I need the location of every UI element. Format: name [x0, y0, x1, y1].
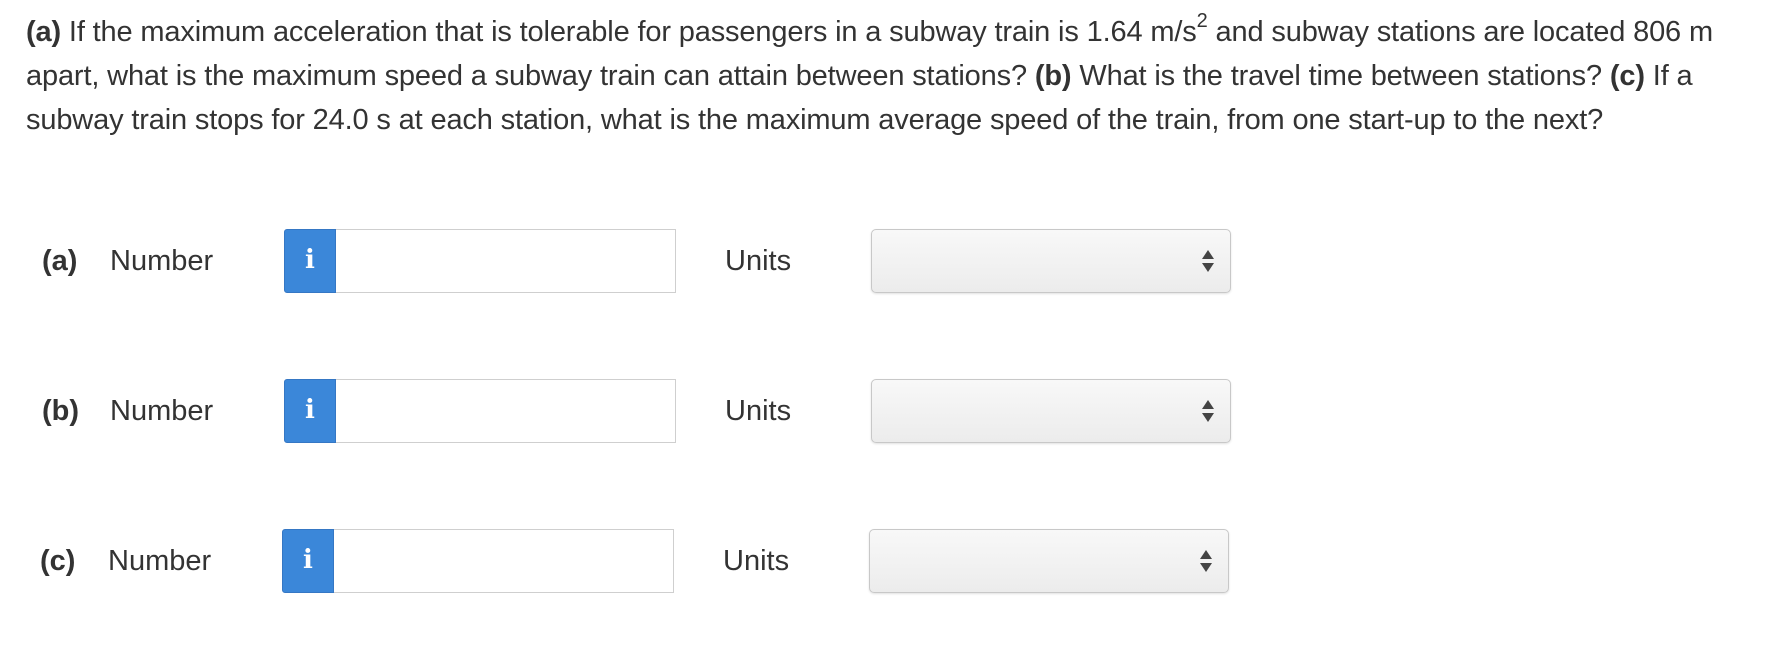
number-input-b[interactable]	[336, 379, 676, 443]
part-a-label: (a)	[26, 16, 61, 48]
units-label: Units	[725, 395, 792, 427]
exponent: 2	[1196, 10, 1208, 32]
info-icon: i	[303, 545, 313, 575]
info-button[interactable]: i	[282, 529, 334, 593]
units-select-b[interactable]	[871, 379, 1231, 443]
part-b-label: (b)	[1034, 60, 1072, 92]
info-button[interactable]: i	[284, 379, 336, 443]
units-label: Units	[725, 245, 792, 277]
number-input-c[interactable]	[334, 529, 674, 593]
answer-part-label: (b)	[42, 395, 80, 427]
part-c-label: (c)	[1609, 60, 1645, 92]
select-arrows-icon	[1200, 548, 1214, 576]
number-label: Number	[108, 545, 212, 577]
units-select-c[interactable]	[869, 529, 1229, 593]
number-label: Number	[110, 395, 214, 427]
number-input-a[interactable]	[336, 229, 676, 293]
answer-part-label: (c)	[40, 545, 76, 577]
info-button[interactable]: i	[284, 229, 336, 293]
number-label: Number	[110, 245, 214, 277]
select-arrows-icon	[1202, 248, 1216, 276]
units-label: Units	[723, 545, 790, 577]
info-icon: i	[305, 245, 315, 275]
question-a-text: If the maximum acceleration that is tole…	[68, 16, 1197, 48]
question-text: (a) If the maximum acceleration that is …	[26, 10, 1746, 142]
units-select-a[interactable]	[871, 229, 1231, 293]
info-icon: i	[305, 395, 315, 425]
question-b-text: What is the travel time between stations…	[1079, 60, 1602, 92]
select-arrows-icon	[1202, 398, 1216, 426]
answer-part-label: (a)	[42, 245, 78, 277]
